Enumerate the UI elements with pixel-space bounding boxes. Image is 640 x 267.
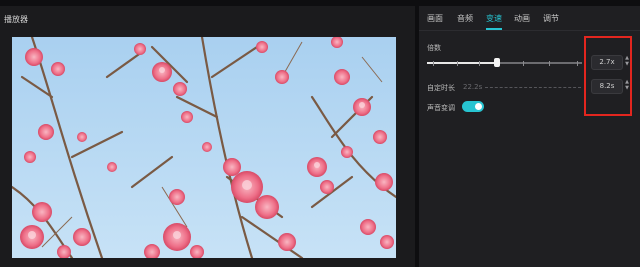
multiplier-label: 倍数 xyxy=(427,44,441,52)
multiplier-slider-knob[interactable] xyxy=(494,58,500,67)
slider-tick xyxy=(523,61,524,66)
player-title: 播放器 xyxy=(4,15,28,24)
toggle-knob xyxy=(475,103,482,110)
tab-audio[interactable]: 音频 xyxy=(457,13,473,24)
video-preview[interactable] xyxy=(12,37,396,258)
slider-tick xyxy=(433,61,434,66)
slider-tick xyxy=(549,61,550,66)
original-duration: 22.2s xyxy=(463,83,483,91)
duration-track xyxy=(485,87,581,88)
highlight-annotation xyxy=(584,36,632,116)
property-tabs: 画面 音频 变速 动画 调节 xyxy=(419,6,640,31)
active-tab-indicator xyxy=(486,28,502,30)
slider-tick xyxy=(457,61,458,66)
player-panel: 播放器 xyxy=(0,6,415,267)
custom-duration-label: 自定时长 xyxy=(427,84,455,92)
tab-speed[interactable]: 变速 xyxy=(486,13,502,24)
slider-tick xyxy=(577,61,578,66)
pitch-toggle[interactable] xyxy=(462,101,484,112)
slider-tick xyxy=(479,61,480,66)
pitch-label: 声音变调 xyxy=(427,104,455,112)
video-frame-image xyxy=(12,37,396,258)
tab-adjust[interactable]: 调节 xyxy=(543,13,559,24)
multiplier-slider-fill xyxy=(427,62,497,64)
tab-animation[interactable]: 动画 xyxy=(514,13,530,24)
tab-canvas[interactable]: 画面 xyxy=(427,13,443,24)
